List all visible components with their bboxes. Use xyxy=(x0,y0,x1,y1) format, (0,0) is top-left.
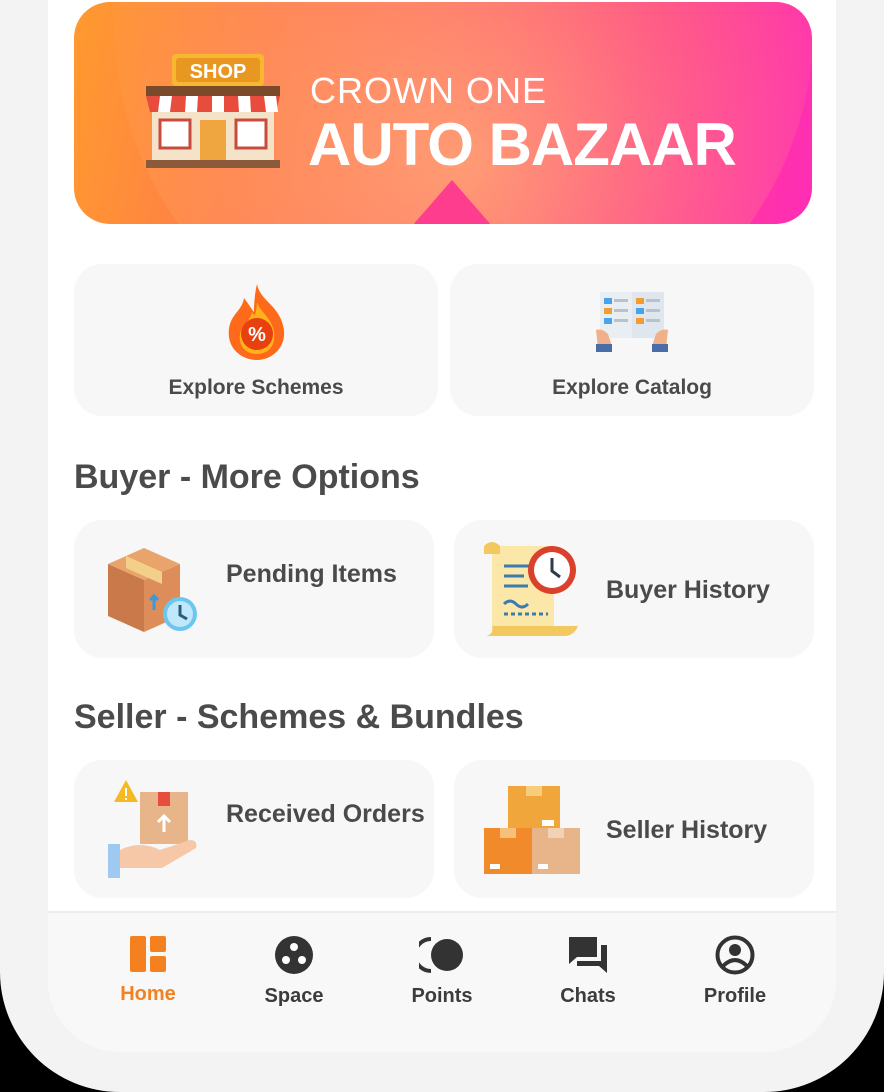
nav-home-label: Home xyxy=(120,983,176,1005)
dashboard-icon xyxy=(130,936,166,972)
received-orders-card[interactable]: Received Orders xyxy=(74,760,434,898)
stacked-boxes-icon xyxy=(484,786,580,874)
seller-history-label: Seller History xyxy=(606,816,768,844)
nav-chats[interactable]: Chats xyxy=(528,935,648,1008)
nav-home[interactable]: Home xyxy=(88,935,208,1006)
nav-profile-label: Profile xyxy=(703,985,767,1007)
banner-triangle xyxy=(412,180,492,224)
box-clock-icon xyxy=(108,548,197,632)
bottom-nav: Home Space Points Chats Profile xyxy=(48,911,836,1052)
explore-schemes-label: Explore Schemes xyxy=(168,376,344,399)
explore-catalog-label: Explore Catalog xyxy=(552,376,712,399)
nav-chats-label: Chats xyxy=(560,985,616,1007)
buyer-history-label: Buyer History xyxy=(606,576,770,604)
nav-space-label: Space xyxy=(264,985,324,1007)
nav-points-label: Points xyxy=(411,985,473,1007)
hand-package-icon xyxy=(108,780,197,878)
shop-logo-text: SHOP xyxy=(190,61,247,83)
chat-bubbles-icon xyxy=(569,937,607,973)
promo-banner[interactable]: SHOP CROWN ONE AUTO BAZAAR xyxy=(74,2,812,224)
nav-space[interactable]: Space xyxy=(234,935,354,1008)
pending-items-card[interactable]: Pending Items xyxy=(74,520,434,658)
points-coins-icon xyxy=(419,937,463,973)
explore-schemes-card[interactable]: % Explore Schemes xyxy=(74,264,438,416)
app-screen: SHOP CROWN ONE AUTO BAZAAR % Explore Sch… xyxy=(48,0,836,1052)
nav-points[interactable]: Points xyxy=(382,935,502,1008)
explore-catalog-card[interactable]: Explore Catalog xyxy=(450,264,814,416)
banner-subtitle: CROWN ONE xyxy=(310,70,547,111)
banner-title: AUTO BAZAAR xyxy=(308,111,737,178)
seller-history-card[interactable]: Seller History xyxy=(454,760,814,898)
buyer-history-card[interactable]: Buyer History xyxy=(454,520,814,658)
user-circle-icon xyxy=(715,935,755,975)
shop-icon: SHOP xyxy=(146,54,280,168)
received-orders-label: Received Orders xyxy=(226,800,425,828)
buyer-section-title: Buyer - More Options xyxy=(74,458,420,496)
phone-frame: SHOP CROWN ONE AUTO BAZAAR % Explore Sch… xyxy=(0,0,884,1092)
svg-text:%: % xyxy=(248,324,266,346)
catalog-book-icon xyxy=(596,292,668,352)
nav-profile[interactable]: Profile xyxy=(675,935,795,1008)
seller-section-title: Seller - Schemes & Bundles xyxy=(74,698,524,736)
receipt-clock-icon xyxy=(484,542,578,636)
pending-items-label: Pending Items xyxy=(226,560,397,588)
fire-percent-icon: % xyxy=(228,284,285,360)
space-dots-icon xyxy=(275,936,313,974)
